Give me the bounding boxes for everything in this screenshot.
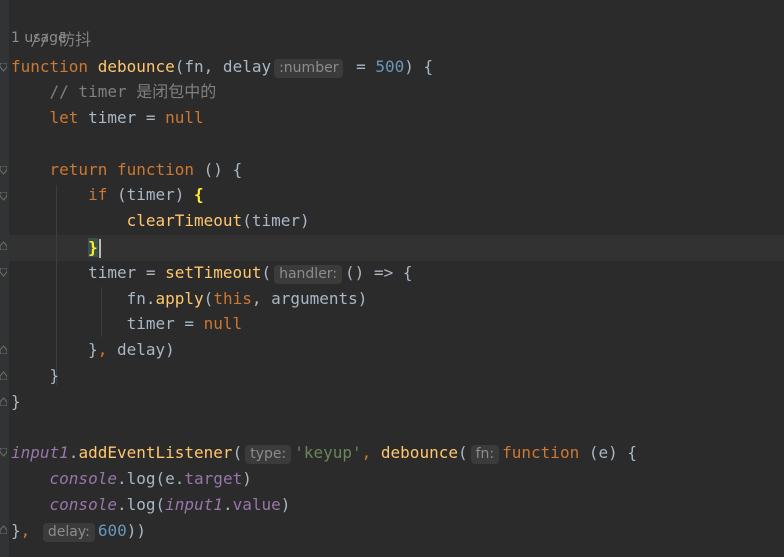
code-text: timer = — [88, 263, 166, 282]
punct: . — [68, 443, 79, 462]
keyword: if — [88, 185, 108, 204]
string: 'keyup' — [294, 443, 362, 462]
keyword: this — [213, 289, 252, 308]
code-text: (timer) — [242, 211, 310, 230]
punct: )) — [126, 521, 147, 540]
function-call: clearTimeout — [126, 211, 243, 230]
global-variable: input1 — [165, 495, 223, 514]
punct: } — [49, 366, 60, 385]
keyword: null — [203, 314, 243, 333]
keyword: function — [116, 160, 195, 179]
code-line[interactable]: let timer = null — [11, 106, 204, 130]
inlay-hint: :number — [274, 59, 344, 78]
code-line[interactable]: // 防抖 — [11, 4, 91, 49]
code-line[interactable]: if (timer) { — [11, 183, 204, 207]
punct: ( — [203, 289, 214, 308]
code-line[interactable]: console.log(input1.value) — [11, 493, 291, 517]
code-line[interactable]: } — [11, 390, 21, 414]
punct: ) — [280, 495, 291, 514]
comment: // timer 是闭包中的 — [49, 82, 217, 101]
inlay-hint: delay: — [42, 523, 95, 542]
function-call: addEventListener — [78, 443, 233, 462]
punct: ( — [232, 443, 243, 462]
punct: , — [361, 443, 381, 462]
inlay-hint: fn: — [470, 445, 500, 464]
usage-hint[interactable]: 1 usage — [11, 30, 67, 46]
inlay-hint: type: — [245, 445, 292, 464]
function-name: debounce — [97, 57, 175, 76]
fold-open-icon[interactable] — [0, 166, 7, 175]
punct: ) { — [404, 57, 434, 76]
global-variable: input1 — [11, 443, 69, 462]
code-line[interactable]: return function () { — [11, 158, 243, 182]
number: 600 — [97, 521, 127, 540]
punct: . — [222, 495, 233, 514]
code-text: fn. — [126, 289, 156, 308]
params: (fn, delay — [174, 57, 272, 76]
fold-close-icon[interactable] — [0, 241, 7, 250]
code-line[interactable]: }, delay) — [11, 338, 175, 362]
code-text: (timer) — [107, 185, 195, 204]
code-line-current[interactable]: } — [11, 236, 101, 260]
keyword: null — [165, 108, 204, 127]
code-text: () { — [194, 160, 243, 179]
code-text: timer = — [126, 314, 204, 333]
punct: } — [88, 340, 98, 359]
code-line[interactable]: timer = setTimeout(handler:() => { — [11, 261, 412, 285]
code-line[interactable]: // timer 是闭包中的 — [11, 80, 217, 104]
code-text: .log( — [116, 495, 166, 514]
editor-gutter — [0, 0, 9, 557]
fold-open-icon[interactable] — [0, 448, 7, 457]
operator: = — [346, 57, 376, 76]
global-variable: console — [49, 469, 117, 488]
punct: ( — [261, 263, 272, 282]
keyword: let — [49, 108, 79, 127]
punct: , — [97, 340, 108, 359]
fold-close-icon[interactable] — [0, 525, 7, 534]
code-line[interactable]: function debounce(fn, delay:number = 500… — [11, 55, 433, 79]
punct: ( — [457, 443, 468, 462]
punct: , — [20, 521, 31, 540]
code-line[interactable]: console.log(e.target) — [11, 467, 252, 491]
code-line[interactable]: }, delay: 600)) — [11, 519, 146, 543]
fold-open-icon[interactable] — [0, 192, 7, 201]
matched-brace: } — [88, 238, 98, 257]
code-line[interactable]: timer = null — [11, 312, 243, 336]
current-line-highlight — [9, 235, 784, 261]
keyword: function — [502, 443, 580, 462]
number: 500 — [375, 57, 405, 76]
code-text: () => { — [345, 263, 413, 282]
code-text: timer = — [78, 108, 166, 127]
function-call: debounce — [380, 443, 458, 462]
punct: ) — [242, 469, 252, 488]
fold-open-icon[interactable] — [0, 268, 7, 277]
code-text: .log(e. — [116, 469, 185, 488]
code-text: delay) — [107, 340, 175, 359]
function-call: setTimeout — [165, 263, 262, 282]
function-call: apply — [155, 289, 204, 308]
keyword: function — [11, 57, 89, 76]
global-variable: console — [49, 495, 117, 514]
fold-close-icon[interactable] — [0, 371, 7, 380]
inlay-hint: handler: — [274, 265, 343, 284]
code-line[interactable]: clearTimeout(timer) — [11, 209, 310, 233]
text-caret — [98, 239, 101, 258]
fold-close-icon[interactable] — [0, 397, 7, 406]
fold-open-icon[interactable] — [0, 63, 7, 72]
fold-close-icon[interactable] — [0, 345, 7, 354]
code-line[interactable]: input1.addEventListener(type:'keyup', de… — [11, 441, 637, 465]
code-text: (e) { — [579, 443, 637, 462]
property: value — [232, 495, 281, 514]
punct: } — [11, 392, 21, 411]
punct: } — [11, 521, 21, 540]
property: target — [184, 469, 243, 488]
code-text: , arguments) — [251, 289, 368, 308]
code-line[interactable]: } — [11, 364, 60, 388]
keyword: return — [49, 160, 108, 179]
code-line[interactable]: fn.apply(this, arguments) — [11, 287, 368, 311]
matched-brace: { — [194, 185, 204, 204]
